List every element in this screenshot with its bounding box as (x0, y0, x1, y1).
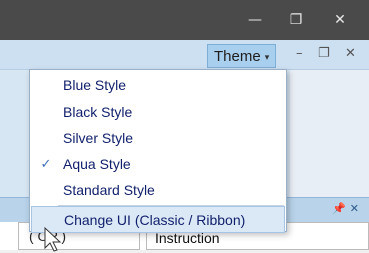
menu-item-label: Silver Style (63, 130, 134, 146)
menu-item-label: Change UI (Classic / Ribbon) (64, 212, 246, 228)
menu-item-aqua-style[interactable]: ✓ Aqua Style (30, 151, 286, 178)
checkmark-icon: ✓ (40, 157, 52, 172)
menu-item-label: Black Style (63, 104, 133, 120)
mdi-close-icon[interactable]: ✕ (345, 46, 356, 61)
close-icon[interactable]: ✕ (320, 0, 360, 40)
theme-dropdown-button[interactable]: Theme ▾ (207, 44, 277, 68)
menu-item-label: Aqua Style (63, 156, 131, 172)
ribbon-bar (0, 40, 369, 70)
mdi-restore-icon[interactable]: ❐ (318, 46, 330, 61)
mdi-minimize-icon[interactable]: – (296, 46, 303, 61)
panel-controls: 📌✕ (332, 197, 363, 221)
menu-item-black-style[interactable]: Black Style (30, 99, 286, 126)
theme-button-label: Theme (214, 48, 261, 65)
menu-item-standard-style[interactable]: Standard Style (30, 177, 286, 204)
menu-item-change-ui[interactable]: Change UI (Classic / Ribbon) (31, 206, 285, 233)
document-area (290, 70, 369, 200)
menu-item-blue-style[interactable]: Blue Style (30, 72, 286, 99)
restore-icon[interactable]: ❐ (276, 0, 316, 40)
menu-item-silver-style[interactable]: Silver Style (30, 125, 286, 152)
mouse-pointer-icon (44, 226, 62, 252)
menu-item-label: Blue Style (63, 77, 127, 93)
theme-menu: Blue Style Black Style Silver Style ✓ Aq… (29, 69, 287, 233)
panel-close-icon[interactable]: ✕ (350, 202, 363, 215)
chevron-down-icon: ▾ (264, 52, 270, 63)
window-titlebar: — ❐ ✕ (0, 0, 369, 40)
menu-item-label: Standard Style (63, 182, 155, 198)
minimize-icon[interactable]: — (235, 0, 275, 40)
pin-icon[interactable]: 📌 (332, 202, 350, 215)
